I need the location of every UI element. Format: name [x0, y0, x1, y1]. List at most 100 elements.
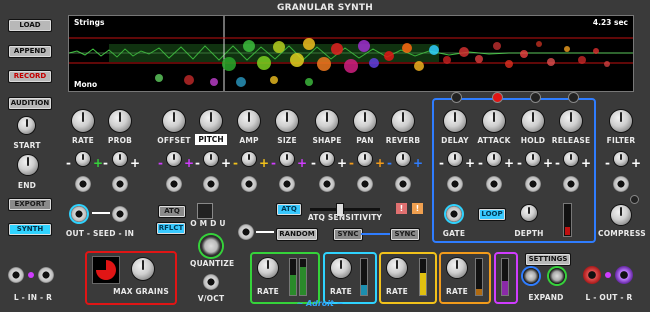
- atq-sensitivity-label: ATQ SENSITIVITY: [307, 213, 383, 222]
- rflct-button[interactable]: RFLCT: [156, 222, 186, 235]
- hold-plus: +: [543, 156, 554, 170]
- filter-knob[interactable]: [610, 110, 632, 132]
- grain-activity-display: [92, 256, 120, 284]
- atq-button[interactable]: ATQ: [158, 205, 186, 218]
- pitch-knob[interactable]: [200, 110, 222, 132]
- attack-cv-jack[interactable]: [486, 176, 502, 192]
- offset-knob[interactable]: [163, 110, 185, 132]
- filter-cv-jack[interactable]: [613, 176, 629, 192]
- pan-cv-jack[interactable]: [357, 176, 373, 192]
- env-led-4: [568, 92, 579, 103]
- release-knob[interactable]: [560, 110, 582, 132]
- atq-sensitivity-slider-track[interactable]: [310, 208, 380, 211]
- prob-knob[interactable]: [109, 110, 131, 132]
- sync-button-2[interactable]: SYNC: [390, 228, 420, 241]
- rate-cv-jack[interactable]: [75, 176, 91, 192]
- expand-left-jack[interactable]: [523, 268, 539, 284]
- delay-plus: +: [465, 156, 476, 170]
- lfo-yellow-section: [379, 252, 437, 304]
- prob-cv-jack[interactable]: [112, 176, 128, 192]
- shape-cv-jack[interactable]: [319, 176, 335, 192]
- offset-plus: +: [184, 156, 195, 170]
- atq-sensitivity-button[interactable]: ATQ: [276, 203, 302, 216]
- lfo-orange-rate-knob[interactable]: [447, 258, 467, 278]
- max-grains-knob[interactable]: [132, 258, 154, 280]
- hold-attenuverter-knob[interactable]: [526, 152, 540, 166]
- lfo-cyan-rate-knob[interactable]: [331, 258, 351, 278]
- random-button[interactable]: RANDOM: [276, 228, 318, 241]
- settings-button[interactable]: SETTINGS: [525, 253, 571, 266]
- shape-attenuverter-knob[interactable]: [320, 152, 334, 166]
- voct-jack[interactable]: [203, 274, 219, 290]
- lfo-yellow-rate-knob[interactable]: [387, 258, 407, 278]
- reverb-attenuverter-knob[interactable]: [396, 152, 410, 166]
- prob-attenuverter-knob[interactable]: [113, 152, 127, 166]
- right-output-jack[interactable]: [615, 266, 633, 284]
- compress-label: COMPRESS: [598, 229, 646, 238]
- size-attenuverter-knob[interactable]: [280, 152, 294, 166]
- offset-cv-jack[interactable]: [166, 176, 182, 192]
- brand-logo: ~ Adroit ~: [296, 299, 344, 308]
- delay-attenuverter-knob[interactable]: [448, 152, 462, 166]
- rate-attenuverter-knob[interactable]: [76, 152, 90, 166]
- expand-right-jack[interactable]: [549, 268, 565, 284]
- left-output-jack[interactable]: [583, 266, 601, 284]
- shape-knob[interactable]: [316, 110, 338, 132]
- load-button[interactable]: LOAD: [8, 19, 52, 32]
- end-knob[interactable]: [18, 155, 38, 175]
- hold-cv-jack[interactable]: [525, 176, 541, 192]
- start-knob[interactable]: [18, 117, 35, 134]
- hold-label: HOLD: [520, 136, 546, 145]
- filter-plus: +: [631, 156, 642, 170]
- hold-knob[interactable]: [522, 110, 544, 132]
- filter-attenuverter-knob[interactable]: [614, 152, 628, 166]
- right-input-jack[interactable]: [38, 267, 54, 283]
- left-input-jack[interactable]: [8, 267, 24, 283]
- env-led-3: [530, 92, 541, 103]
- reverb-knob[interactable]: [392, 110, 414, 132]
- audition-button[interactable]: AUDITION: [8, 97, 52, 110]
- lfo-magenta-meter: [501, 258, 509, 296]
- reverb-cv-jack[interactable]: [395, 176, 411, 192]
- offset-attenuverter-knob[interactable]: [167, 152, 181, 166]
- release-attenuverter-knob[interactable]: [564, 152, 578, 166]
- gate-jack[interactable]: [446, 206, 462, 222]
- pan-attenuverter-knob[interactable]: [358, 152, 372, 166]
- record-button[interactable]: RECORD: [8, 70, 52, 83]
- export-button[interactable]: EXPORT: [8, 198, 52, 211]
- sync-button-1[interactable]: SYNC: [333, 228, 363, 241]
- release-cv-jack[interactable]: [563, 176, 579, 192]
- seed-in-jack[interactable]: [112, 206, 128, 222]
- size-label: SIZE: [277, 136, 297, 145]
- seed-out-jack[interactable]: [71, 206, 87, 222]
- pan-knob[interactable]: [354, 110, 376, 132]
- append-button[interactable]: APPEND: [8, 45, 52, 58]
- omdu-switch[interactable]: [197, 203, 213, 219]
- rate-minus: -: [66, 156, 71, 170]
- lfo-cyan-section: [323, 252, 377, 304]
- amp-cv-jack[interactable]: [241, 176, 257, 192]
- delay-knob[interactable]: [444, 110, 466, 132]
- pitch-attenuverter-knob[interactable]: [204, 152, 218, 166]
- attack-knob[interactable]: [483, 110, 505, 132]
- lfo-green-rate-knob[interactable]: [258, 258, 278, 278]
- attack-attenuverter-knob[interactable]: [487, 152, 501, 166]
- depth-knob[interactable]: [521, 205, 537, 221]
- random-jack[interactable]: [238, 224, 254, 240]
- start-label: START: [13, 141, 41, 150]
- delay-cv-jack[interactable]: [447, 176, 463, 192]
- output-link-dot: [605, 272, 611, 278]
- size-cv-jack[interactable]: [279, 176, 295, 192]
- amp-knob[interactable]: [238, 110, 260, 132]
- size-knob[interactable]: [276, 110, 298, 132]
- size-plus: +: [297, 156, 308, 170]
- quantize-jack[interactable]: [200, 235, 222, 257]
- rate-knob[interactable]: [72, 110, 94, 132]
- waveform-display[interactable]: Strings 4.23 sec Mono: [68, 15, 634, 92]
- pitch-cv-jack[interactable]: [203, 176, 219, 192]
- compress-knob[interactable]: [611, 205, 631, 225]
- amp-attenuverter-knob[interactable]: [242, 152, 256, 166]
- lfo-green-rate-label: RATE: [256, 287, 280, 296]
- synth-button[interactable]: SYNTH: [8, 223, 52, 236]
- loop-button[interactable]: LOOP: [478, 208, 506, 221]
